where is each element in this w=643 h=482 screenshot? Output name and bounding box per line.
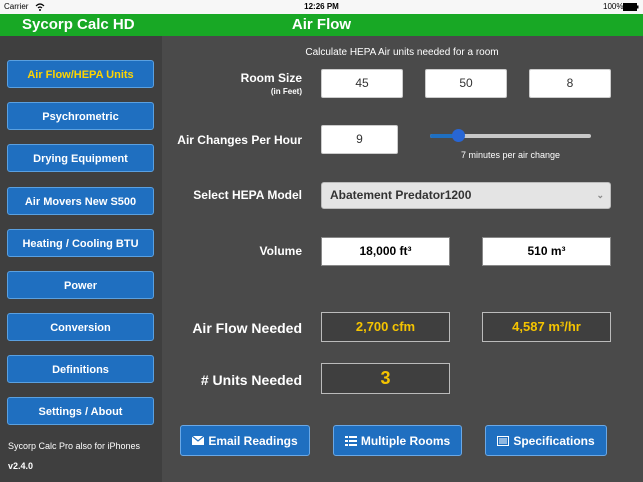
units-needed-label: # Units Needed bbox=[200, 372, 302, 388]
main-panel: Calculate HEPA Air units needed for a ro… bbox=[162, 36, 643, 482]
battery-icon bbox=[623, 3, 639, 13]
title-bar: Air Flow Sycorp Calc HD bbox=[0, 14, 643, 36]
air-changes-slider[interactable] bbox=[430, 129, 591, 142]
envelope-icon bbox=[192, 436, 205, 445]
sidebar-item-air-movers[interactable]: Air Movers New S500 bbox=[7, 187, 154, 215]
email-readings-button[interactable]: Email Readings bbox=[180, 425, 310, 456]
sidebar: Air Flow/HEPA Units Psychrometric Drying… bbox=[0, 36, 162, 482]
air-changes-label: Air Changes Per Hour bbox=[177, 133, 302, 147]
air-changes-input[interactable]: 9 bbox=[321, 125, 398, 154]
air-flow-m3hr: 4,587 m³/hr bbox=[482, 312, 611, 342]
room-height-input[interactable]: 8 bbox=[529, 69, 611, 98]
hepa-model-label: Select HEPA Model bbox=[193, 188, 302, 202]
chevron-down-icon: ⌄ bbox=[596, 190, 604, 200]
air-flow-cfm: 2,700 cfm bbox=[321, 312, 450, 342]
specifications-button[interactable]: Specifications bbox=[485, 425, 607, 456]
clock-text: 12:26 PM bbox=[304, 2, 339, 11]
app-title: Sycorp Calc HD bbox=[22, 16, 135, 33]
multiple-rooms-button[interactable]: Multiple Rooms bbox=[333, 425, 462, 456]
units-needed-value: 3 bbox=[321, 363, 450, 394]
specifications-label: Specifications bbox=[513, 433, 595, 448]
sidebar-item-heating-cooling[interactable]: Heating / Cooling BTU bbox=[7, 229, 154, 257]
room-width-input[interactable]: 50 bbox=[425, 69, 507, 98]
hepa-model-value: Abatement Predator1200 bbox=[330, 188, 472, 202]
multiple-rooms-label: Multiple Rooms bbox=[360, 433, 451, 448]
room-length-input[interactable]: 45 bbox=[321, 69, 403, 98]
volume-m3: 510 m³ bbox=[482, 237, 611, 266]
sidebar-item-settings[interactable]: Settings / About bbox=[7, 397, 154, 425]
status-bar: Carrier 12:26 PM 100% bbox=[0, 0, 643, 14]
sidebar-item-drying-equipment[interactable]: Drying Equipment bbox=[7, 144, 154, 172]
version-label: v2.4.0 bbox=[8, 461, 34, 471]
air-change-interval: 7 minutes per air change bbox=[460, 150, 561, 160]
page-subtitle: Calculate HEPA Air units needed for a ro… bbox=[305, 47, 499, 58]
air-flow-label: Air Flow Needed bbox=[192, 320, 302, 336]
email-readings-label: Email Readings bbox=[208, 433, 298, 448]
spec-sheet-icon bbox=[497, 435, 510, 446]
sidebar-item-conversion[interactable]: Conversion bbox=[7, 313, 154, 341]
sidebar-item-psychrometric[interactable]: Psychrometric bbox=[7, 102, 154, 130]
slider-thumb[interactable] bbox=[452, 129, 466, 142]
sidebar-item-air-flow[interactable]: Air Flow/HEPA Units bbox=[7, 60, 154, 88]
iphone-promo-note: Sycorp Calc Pro also for iPhones bbox=[8, 441, 141, 451]
battery-percent: 100% bbox=[603, 2, 624, 11]
sidebar-item-definitions[interactable]: Definitions bbox=[7, 355, 154, 383]
list-icon bbox=[344, 435, 357, 446]
sidebar-item-power[interactable]: Power bbox=[7, 271, 154, 299]
volume-label: Volume bbox=[259, 244, 302, 258]
hepa-model-select[interactable]: Abatement Predator1200 ⌄ bbox=[321, 182, 611, 209]
volume-ft3: 18,000 ft³ bbox=[321, 237, 450, 266]
room-size-label: Room Size bbox=[240, 71, 302, 85]
room-size-unit: (in Feet) bbox=[270, 87, 302, 96]
